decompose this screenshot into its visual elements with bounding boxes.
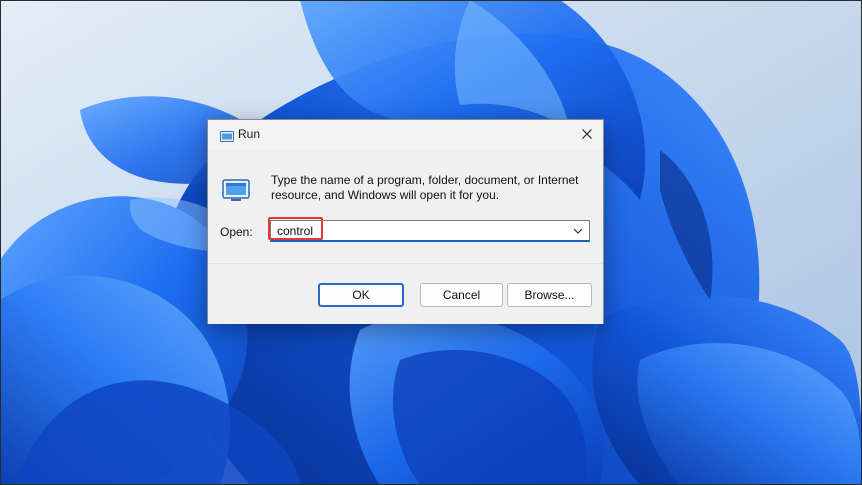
ok-button[interactable]: OK (318, 283, 404, 307)
open-label: Open: (220, 225, 253, 239)
run-dialog: Run Type the name of a program, folder, … (207, 119, 604, 324)
cancel-button[interactable]: Cancel (420, 283, 503, 307)
browse-button[interactable]: Browse... (507, 283, 592, 307)
chevron-down-icon (571, 225, 585, 242)
window-title: Run (238, 127, 261, 141)
close-button[interactable] (571, 120, 603, 150)
dialog-body: Type the name of a program, folder, docu… (208, 150, 603, 263)
run-icon (220, 129, 234, 142)
dialog-footer: OK Cancel Browse... (208, 263, 603, 324)
close-icon (582, 126, 592, 144)
title-bar[interactable]: Run (208, 120, 603, 150)
dropdown-button[interactable] (571, 224, 585, 238)
open-input-value: control (277, 224, 314, 238)
dialog-description: Type the name of a program, folder, docu… (271, 173, 579, 202)
open-input[interactable]: control (270, 220, 590, 242)
program-icon (222, 178, 250, 202)
